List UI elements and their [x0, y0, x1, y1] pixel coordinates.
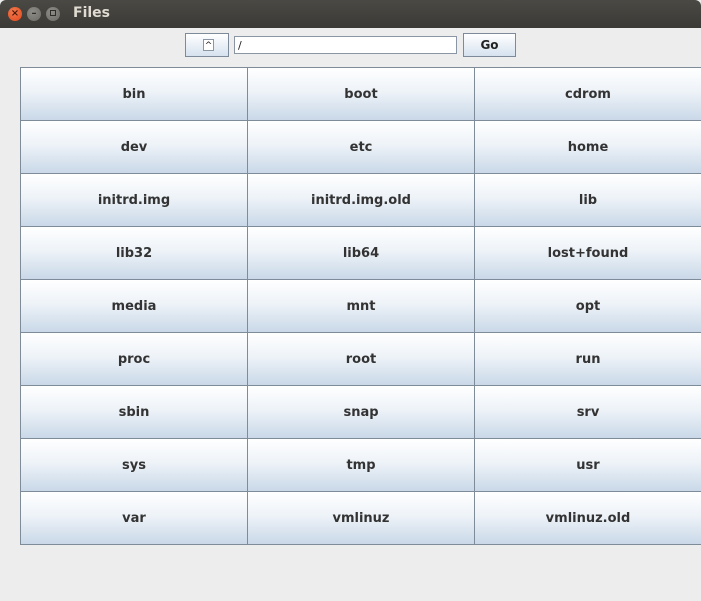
up-directory-button[interactable]: ^: [185, 33, 229, 57]
file-button[interactable]: cdrom: [474, 67, 701, 121]
file-button[interactable]: srv: [474, 385, 701, 439]
path-input[interactable]: [234, 36, 457, 54]
path-toolbar: ^ Go: [0, 28, 701, 64]
window-titlebar[interactable]: × – Files: [0, 0, 701, 28]
file-button[interactable]: boot: [247, 67, 475, 121]
file-button[interactable]: root: [247, 332, 475, 386]
go-button[interactable]: Go: [463, 33, 516, 57]
file-button[interactable]: etc: [247, 120, 475, 174]
file-button[interactable]: snap: [247, 385, 475, 439]
file-button[interactable]: run: [474, 332, 701, 386]
file-button[interactable]: bin: [20, 67, 248, 121]
minimize-window-button[interactable]: –: [27, 7, 41, 21]
up-arrow-icon: ^: [203, 39, 214, 51]
window-title: Files: [73, 5, 110, 21]
file-button[interactable]: tmp: [247, 438, 475, 492]
file-button[interactable]: lib32: [20, 226, 248, 280]
file-button[interactable]: home: [474, 120, 701, 174]
maximize-icon: [50, 10, 56, 16]
file-button[interactable]: initrd.img: [20, 173, 248, 227]
file-button[interactable]: mnt: [247, 279, 475, 333]
file-button[interactable]: lost+found: [474, 226, 701, 280]
file-button[interactable]: usr: [474, 438, 701, 492]
file-button[interactable]: vmlinuz.old: [474, 491, 701, 545]
file-button[interactable]: sbin: [20, 385, 248, 439]
file-grid: bin boot cdrom dev etc home initrd.img i…: [20, 67, 701, 545]
file-button[interactable]: media: [20, 279, 248, 333]
file-button[interactable]: var: [20, 491, 248, 545]
file-button[interactable]: proc: [20, 332, 248, 386]
close-window-button[interactable]: ×: [8, 7, 22, 21]
file-button[interactable]: lib: [474, 173, 701, 227]
file-button[interactable]: lib64: [247, 226, 475, 280]
file-button[interactable]: initrd.img.old: [247, 173, 475, 227]
file-button[interactable]: dev: [20, 120, 248, 174]
maximize-window-button[interactable]: [46, 7, 60, 21]
file-button[interactable]: vmlinuz: [247, 491, 475, 545]
file-button[interactable]: sys: [20, 438, 248, 492]
file-button[interactable]: opt: [474, 279, 701, 333]
